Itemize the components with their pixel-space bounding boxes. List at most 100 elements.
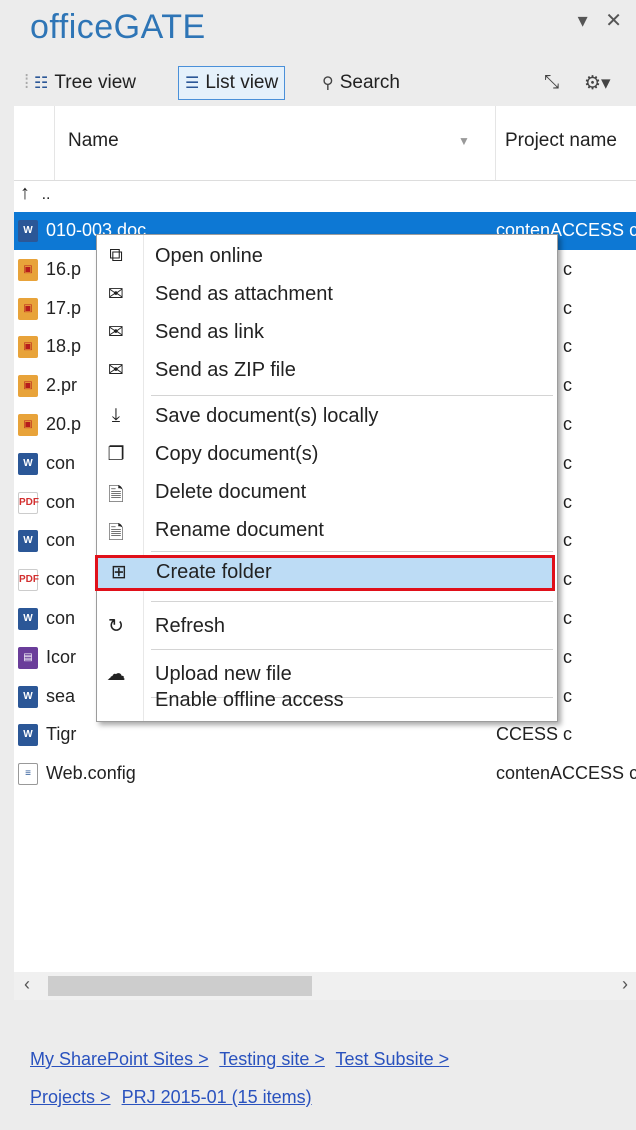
- collapse-arrows-icon[interactable]: ⤡: [538, 66, 565, 100]
- file-name: Tigr: [46, 724, 77, 745]
- table-row[interactable]: W Tigr CCESS c: [14, 716, 636, 754]
- sort-down-icon[interactable]: ▼: [458, 134, 470, 148]
- word-doc-icon: W: [18, 452, 38, 475]
- menu-item-label: Refresh: [155, 615, 226, 637]
- menu-item-send-as-attachment[interactable]: ✉ Send as attachment: [97, 277, 555, 313]
- image-icon: ▣: [18, 414, 38, 436]
- file-name: con: [46, 491, 76, 512]
- menu-item-open-online[interactable]: ⧉ Open online: [97, 239, 555, 275]
- file-name: Icor: [46, 646, 77, 667]
- breadcrumb-link[interactable]: Testing site >: [219, 1049, 325, 1069]
- menu-item-label: Rename document: [155, 519, 324, 541]
- scroll-right-icon[interactable]: ›: [622, 974, 628, 995]
- pane-menu-dropdown-icon[interactable]: ▾: [578, 10, 588, 32]
- menu-item-create-folder[interactable]: ⊞ Create folder: [95, 555, 555, 591]
- menu-item-save-document-s-locally[interactable]: ⤓ Save document(s) locally: [97, 399, 555, 435]
- file-name: Web.config: [46, 763, 136, 784]
- word-doc-icon: W: [18, 608, 38, 630]
- config-file-icon: ≡: [18, 763, 38, 786]
- pdf-icon: PDF: [18, 491, 39, 514]
- word-doc-icon: W: [18, 724, 38, 747]
- menu-item-send-as-zip-file[interactable]: ✉ Send as ZIP file: [97, 353, 555, 389]
- open-external-icon: ⧉: [109, 245, 123, 266]
- archive-icon: ▤: [18, 646, 38, 669]
- menu-separator: [151, 551, 553, 552]
- menu-item-send-as-link[interactable]: ✉ Send as link: [97, 315, 555, 351]
- create-folder-icon: ⊞: [111, 562, 127, 583]
- tree-view-label: Tree view: [54, 72, 136, 93]
- menu-item-label: Create folder: [156, 561, 272, 583]
- image-icon: ▣: [18, 297, 38, 320]
- file-name: con: [46, 608, 76, 628]
- refresh-icon: ↻: [108, 616, 124, 637]
- up-arrow-icon: ↑: [20, 182, 30, 204]
- column-separator[interactable]: [54, 106, 55, 180]
- pane-title: officeGATE: [30, 8, 206, 46]
- file-name: 16.p: [46, 258, 82, 279]
- column-header-project[interactable]: Project name: [505, 130, 617, 152]
- scroll-left-icon[interactable]: ‹: [24, 974, 30, 995]
- image-icon: ▣: [18, 258, 38, 281]
- parent-folder-row[interactable]: ↑ ..: [20, 182, 50, 205]
- menu-item-delete-document[interactable]: 🗎 Delete document: [97, 475, 555, 511]
- pane-controls: ▾ ✕: [566, 8, 622, 33]
- file-name: 2.pr: [46, 375, 78, 396]
- file-name: 20.p: [46, 414, 82, 434]
- copy-icon: ❐: [107, 444, 125, 465]
- delete-document-icon: 🗎: [108, 485, 124, 506]
- table-row[interactable]: ≡ Web.config contenACCESS c: [14, 755, 636, 793]
- breadcrumb-link[interactable]: My SharePoint Sites >: [30, 1049, 209, 1069]
- word-doc-icon: W: [18, 220, 38, 242]
- column-header-name[interactable]: Name: [68, 130, 119, 152]
- project-name: contenACCESS c: [496, 763, 636, 784]
- horizontal-scrollbar[interactable]: ‹ ›: [14, 972, 636, 1000]
- menu-item-label: Save document(s) locally: [155, 405, 379, 427]
- menu-item-label: Copy document(s): [155, 443, 319, 465]
- search-button[interactable]: ⚲ Search: [316, 66, 406, 100]
- mail-attachment-icon: ✉: [108, 284, 124, 305]
- menu-item-label: Send as link: [155, 321, 264, 343]
- file-name: con: [46, 530, 76, 551]
- breadcrumb: My SharePoint Sites > Testing site > Tes…: [30, 1040, 610, 1116]
- breadcrumb-link[interactable]: Projects >: [30, 1087, 111, 1107]
- gear-icon[interactable]: ⚙▾: [578, 66, 617, 100]
- list-view-icon: ☰: [185, 75, 200, 92]
- file-name: 18.p: [46, 336, 82, 357]
- tree-view-button[interactable]: ☷ Tree view: [28, 66, 142, 100]
- menu-separator: [151, 601, 553, 602]
- image-icon: ▣: [18, 336, 38, 359]
- menu-item-rename-document[interactable]: 🗎 Rename document: [97, 513, 555, 549]
- scrollbar-thumb[interactable]: [48, 976, 312, 996]
- menu-item-label: Send as ZIP file: [155, 359, 296, 381]
- project-name: CCESS c: [496, 724, 573, 745]
- breadcrumb-link[interactable]: Test Subsite >: [336, 1049, 450, 1069]
- column-separator[interactable]: [495, 106, 496, 180]
- word-doc-icon: W: [18, 685, 38, 708]
- menu-item-label: Enable offline access: [155, 689, 344, 711]
- menu-item-enable-offline-access[interactable]: Enable offline access: [97, 683, 555, 719]
- breadcrumb-link[interactable]: PRJ 2015-01 (15 items): [122, 1087, 312, 1107]
- download-icon: ⤓: [111, 405, 121, 426]
- list-view-label: List view: [205, 72, 279, 93]
- menu-item-copy-document-s[interactable]: ❐ Copy document(s): [97, 437, 555, 473]
- context-menu: ⧉ Open online ✉ Send as attachment ✉ Send as …: [95, 234, 558, 722]
- word-doc-icon: W: [18, 530, 38, 553]
- magnifier-icon: ⚲: [322, 75, 334, 92]
- menu-item-label: Send as attachment: [155, 283, 333, 305]
- menu-item-label: Open online: [155, 245, 263, 267]
- menu-item-refresh[interactable]: ↻ Refresh: [97, 609, 555, 645]
- close-icon[interactable]: ✕: [605, 10, 622, 32]
- search-label: Search: [339, 72, 400, 93]
- mail-zip-icon: ✉: [108, 360, 124, 381]
- menu-separator: [151, 649, 553, 650]
- mail-link-icon: ✉: [108, 322, 124, 343]
- file-name: 17.p: [46, 297, 82, 318]
- list-header: Name ▼ Project name: [14, 106, 636, 181]
- file-name: con: [46, 452, 76, 473]
- menu-item-label: Delete document: [155, 481, 307, 503]
- pdf-icon: PDF: [18, 569, 39, 592]
- file-name: sea: [46, 685, 76, 706]
- file-name: con: [46, 569, 76, 590]
- list-view-button[interactable]: ☰ List view: [178, 66, 286, 100]
- toolbar: ⁞ ☷ Tree view ☰ List view ⚲ Search ⤡ ⚙▾: [18, 66, 630, 100]
